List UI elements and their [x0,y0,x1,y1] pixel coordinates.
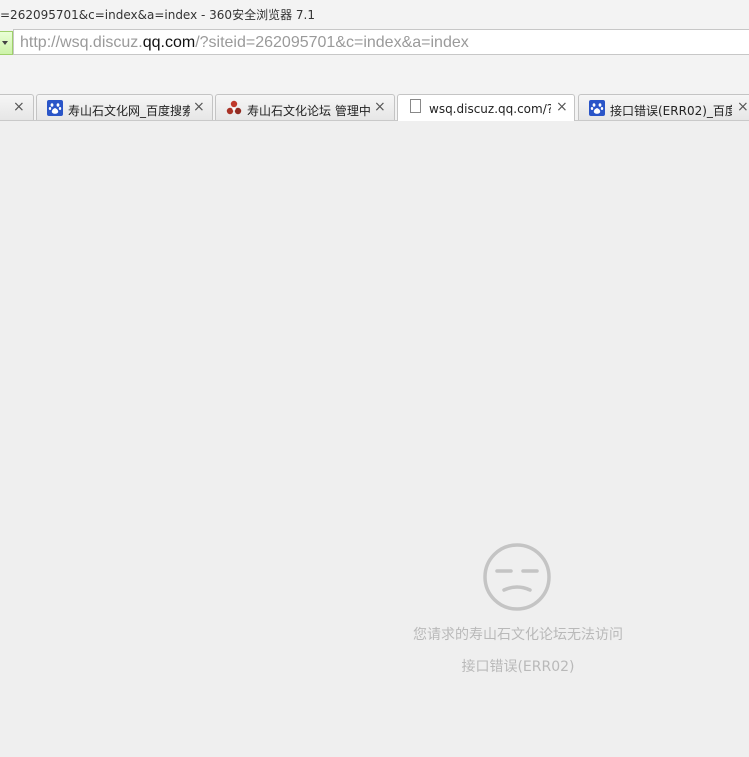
close-icon[interactable]: × [556,99,568,115]
page-content: 您请求的寿山石文化论坛无法访问 接口错误(ERR02) [0,121,749,757]
tab-label: 寿山石文化论坛 管理中心 [247,104,371,118]
tab-label: 寿山石文化网_百度搜索 [68,104,190,118]
tab-0[interactable]: × [0,94,34,120]
tab-err02-baidu[interactable]: 接口错误(ERR02)_百度 × [578,94,749,120]
address-bar: http://wsq.discuz.qq.com/?siteid=2620957… [0,28,749,58]
window-title: =262095701&c=index&a=index - 360安全浏览器 7.… [0,8,315,22]
document-icon [410,99,421,113]
close-icon[interactable]: × [737,99,749,115]
tab-strip: × 寿山石文化网_百度搜索 × 寿山石文化论坛 管理中心 × wsq.discu… [0,92,749,121]
baidu-paw-icon [589,100,605,116]
title-bar: =262095701&c=index&a=index - 360安全浏览器 7.… [0,0,749,28]
error-message: 您请求的寿山石文化论坛无法访问 [413,627,623,643]
address-dropdown-button[interactable] [0,31,13,55]
baidu-paw-icon [47,100,63,116]
url-text: http://wsq.discuz.qq.com/?siteid=2620957… [20,34,469,52]
url-suffix: /?siteid=262095701&c=index&a=index [195,34,469,51]
discuz-logo-icon [226,100,242,115]
url-domain: qq.com [142,34,196,51]
close-icon[interactable]: × [193,99,205,115]
url-input[interactable]: http://wsq.discuz.qq.com/?siteid=2620957… [13,29,749,55]
close-icon[interactable]: × [13,99,25,115]
browser-window: =262095701&c=index&a=index - 360安全浏览器 7.… [0,0,749,757]
sad-face-icon [483,543,551,611]
tab-baidu-search[interactable]: 寿山石文化网_百度搜索 × [36,94,213,120]
url-prefix: http://wsq.discuz. [20,34,143,51]
tab-forum-admin[interactable]: 寿山石文化论坛 管理中心 × [215,94,395,120]
tab-wsq-discuz[interactable]: wsq.discuz.qq.com/?s × [397,94,575,121]
tab-label: wsq.discuz.qq.com/?s [429,102,551,116]
close-icon[interactable]: × [374,99,386,115]
toolbar-area [0,58,749,92]
chevron-down-icon [2,41,8,45]
error-code: 接口错误(ERR02) [461,659,575,675]
tab-label: 接口错误(ERR02)_百度 [610,104,732,118]
